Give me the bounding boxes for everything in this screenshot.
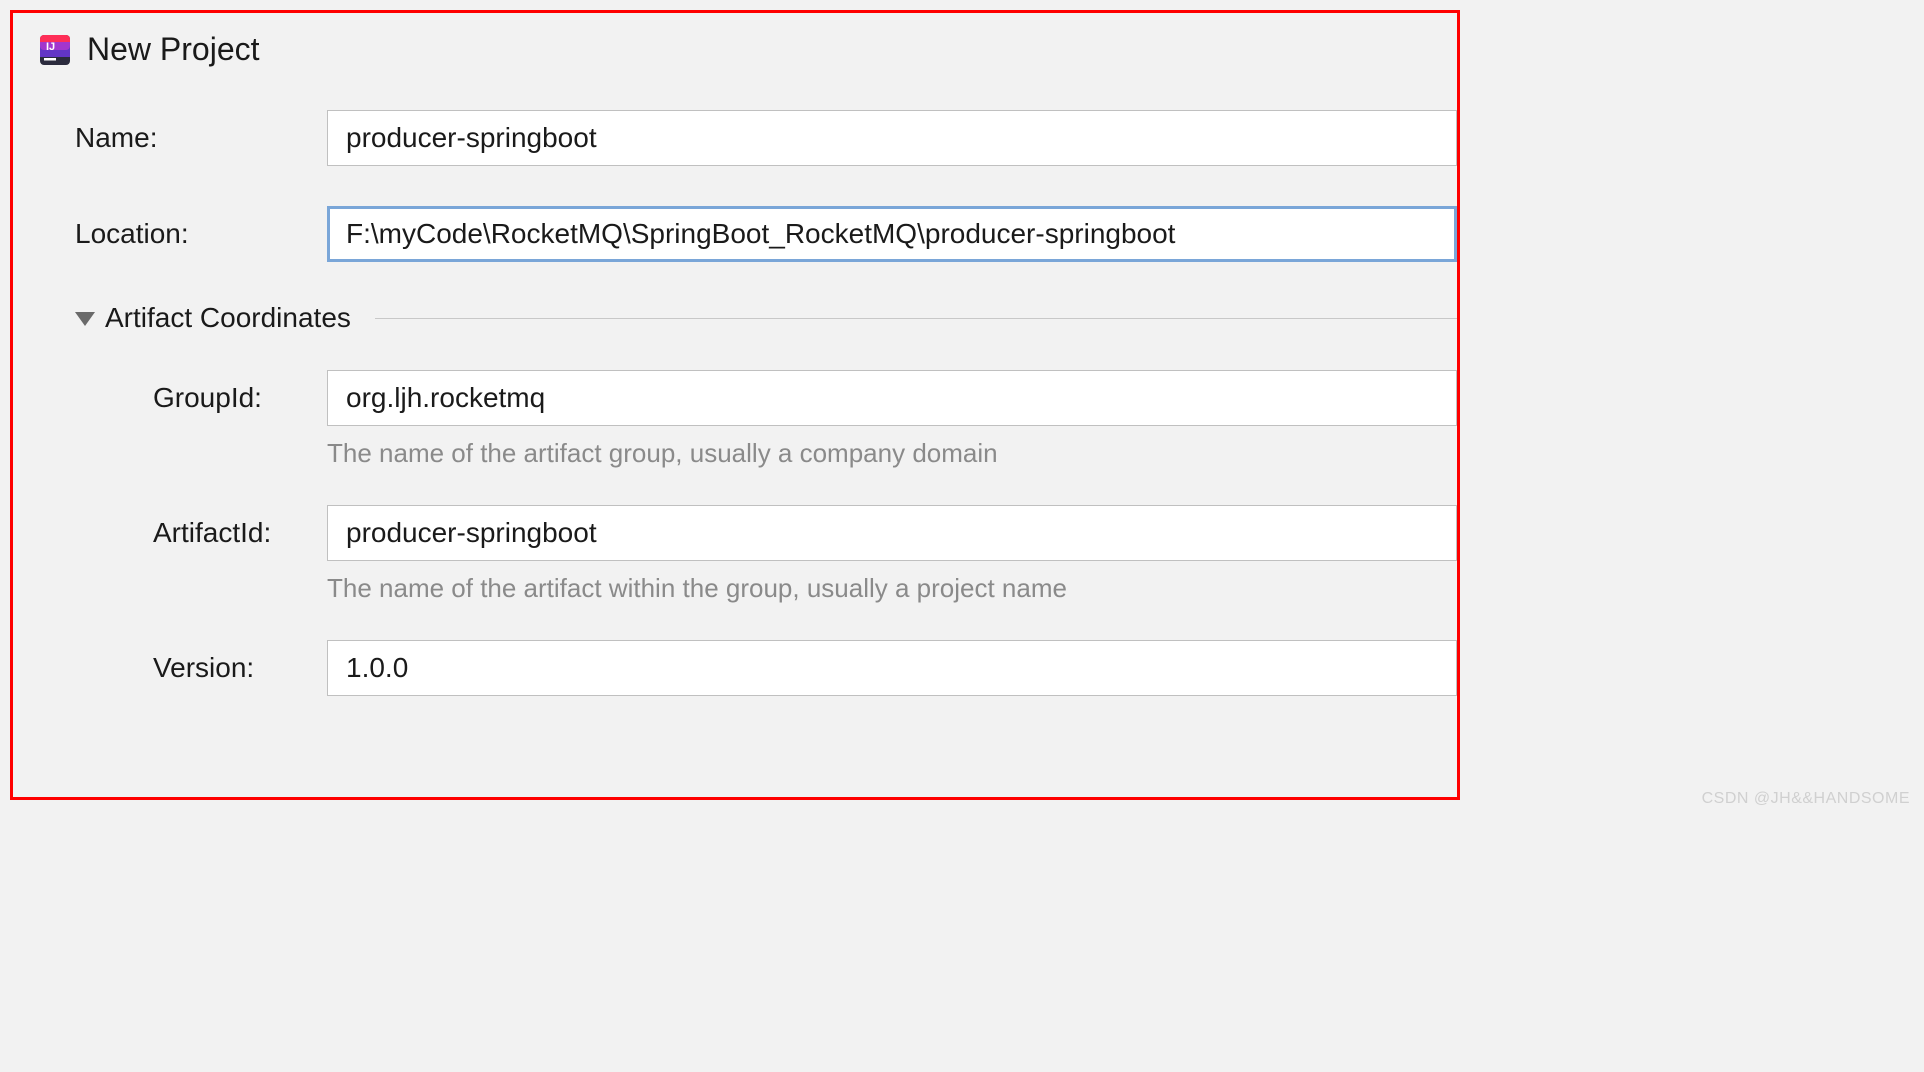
- new-project-dialog: IJ New Project Name: Location: Artifact …: [10, 10, 1460, 800]
- artifactid-input[interactable]: [327, 505, 1457, 561]
- svg-text:IJ: IJ: [46, 41, 55, 53]
- groupid-label: GroupId:: [153, 382, 327, 414]
- coordinates-section: GroupId: The name of the artifact group,…: [75, 370, 1457, 696]
- name-label: Name:: [75, 122, 327, 154]
- version-label: Version:: [153, 652, 327, 684]
- groupid-input[interactable]: [327, 370, 1457, 426]
- chevron-down-icon: [75, 312, 95, 326]
- artifact-coordinates-header[interactable]: Artifact Coordinates: [75, 302, 1457, 334]
- artifactid-row: ArtifactId:: [153, 505, 1457, 561]
- dialog-title: New Project: [87, 31, 260, 68]
- watermark-text: CSDN @JH&&HANDSOME: [1702, 790, 1910, 808]
- location-row: Location:: [75, 206, 1457, 262]
- groupid-row: GroupId:: [153, 370, 1457, 426]
- name-input[interactable]: [327, 110, 1457, 166]
- name-row: Name:: [75, 110, 1457, 166]
- artifactid-label: ArtifactId:: [153, 517, 327, 549]
- section-title: Artifact Coordinates: [105, 302, 351, 334]
- version-input[interactable]: [327, 640, 1457, 696]
- location-label: Location:: [75, 218, 327, 250]
- intellij-icon: IJ: [37, 32, 73, 68]
- groupid-help-text: The name of the artifact group, usually …: [327, 438, 1457, 469]
- form-container: Name: Location: Artifact Coordinates Gro…: [31, 110, 1457, 696]
- section-divider: [375, 318, 1457, 319]
- artifactid-help-text: The name of the artifact within the grou…: [327, 573, 1457, 604]
- dialog-header: IJ New Project: [31, 31, 1457, 68]
- location-input[interactable]: [327, 206, 1457, 262]
- version-row: Version:: [153, 640, 1457, 696]
